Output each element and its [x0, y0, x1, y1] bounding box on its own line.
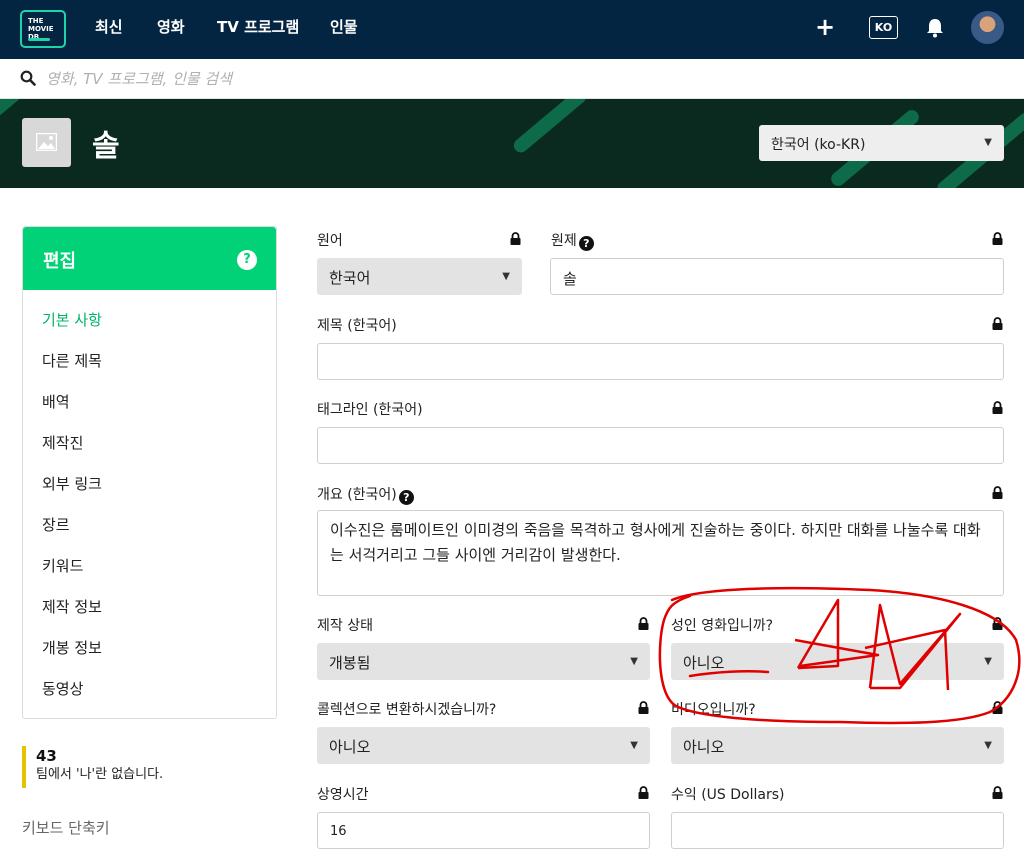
lock-icon[interactable]: [638, 701, 649, 714]
lock-icon[interactable]: [638, 617, 649, 630]
add-icon[interactable]: +: [815, 12, 835, 42]
avatar[interactable]: [971, 11, 1004, 44]
video-label: 비디오입니까?: [671, 702, 756, 718]
nav-link-movies[interactable]: 영화: [157, 16, 185, 37]
lock-icon[interactable]: [992, 486, 1003, 499]
lock-icon[interactable]: [510, 232, 521, 245]
revenue-label: 수익 (US Dollars): [671, 787, 785, 803]
chevron-down-icon: ▼: [630, 740, 638, 751]
search-icon: [20, 70, 36, 86]
title-ko-label: 제목 (한국어): [317, 318, 397, 334]
team-text: 팀에서 '나'란 없습니다.: [36, 767, 164, 782]
sidebar-item-production-info[interactable]: 제작 정보: [42, 596, 102, 617]
original-language-label: 원어: [317, 233, 343, 249]
original-title-label-text: 원제: [551, 233, 577, 249]
nav-link-people[interactable]: 인물: [330, 16, 358, 37]
lock-icon[interactable]: [992, 786, 1003, 799]
top-navigation: THE MOVIE DB 최신 영화 TV 프로그램 인물 + KO: [0, 0, 1024, 59]
tmdb-logo[interactable]: THE MOVIE DB: [20, 10, 66, 48]
poster-placeholder: [22, 118, 71, 167]
lock-icon[interactable]: [992, 317, 1003, 330]
sidebar-item-crew[interactable]: 제작진: [42, 432, 83, 453]
title-ko-input[interactable]: [317, 343, 1004, 380]
bell-icon[interactable]: [926, 18, 944, 38]
sidebar-title: 편집: [43, 251, 77, 272]
chevron-down-icon: ▼: [502, 271, 510, 282]
overview-ko-label-text: 개요 (한국어): [317, 487, 397, 503]
overview-ko-label: 개요 (한국어)?: [317, 484, 414, 505]
video-value: 아니오: [683, 738, 725, 756]
sidebar-item-videos[interactable]: 동영상: [42, 678, 83, 699]
status-select[interactable]: 개봉됨 ▼: [317, 643, 650, 680]
nav-link-latest[interactable]: 최신: [95, 16, 123, 37]
logo-bar: [28, 38, 50, 41]
sidebar-item-external-links[interactable]: 외부 링크: [42, 473, 102, 494]
lock-icon[interactable]: [992, 701, 1003, 714]
language-select[interactable]: 한국어 (ko-KR) ▼: [759, 125, 1004, 161]
nav-link-tv[interactable]: TV 프로그램: [217, 16, 299, 37]
sidebar-item-basic[interactable]: 기본 사항: [42, 309, 102, 330]
decor-stripe: [511, 99, 589, 156]
sidebar-item-genres[interactable]: 장르: [42, 514, 70, 535]
chevron-down-icon: ▼: [984, 740, 992, 751]
tagline-ko-input[interactable]: [317, 427, 1004, 464]
chevron-down-icon: ▼: [630, 656, 638, 667]
video-select[interactable]: 아니오 ▼: [671, 727, 1004, 764]
chevron-down-icon: ▼: [984, 137, 992, 148]
chevron-down-icon: ▼: [984, 656, 992, 667]
team-notice: 43 팀에서 '나'란 없습니다.: [22, 746, 277, 788]
original-title-label: 원제?: [551, 230, 594, 251]
collection-value: 아니오: [329, 738, 371, 756]
language-select-value: 한국어 (ko-KR): [771, 137, 866, 153]
sidebar-item-release-info[interactable]: 개봉 정보: [42, 637, 102, 658]
sidebar-item-keywords[interactable]: 키워드: [42, 555, 83, 576]
help-icon[interactable]: ?: [237, 250, 257, 270]
status-label: 제작 상태: [317, 618, 373, 634]
help-icon[interactable]: ?: [398, 490, 414, 505]
runtime-label: 상영시간: [317, 787, 369, 803]
runtime-input[interactable]: 16: [317, 812, 650, 849]
adult-value: 아니오: [683, 654, 725, 672]
revenue-input[interactable]: [671, 812, 1004, 849]
search-bar: [0, 59, 1024, 99]
sidebar-header: 편집 ?: [23, 227, 276, 290]
team-count: 43: [36, 747, 57, 765]
language-button[interactable]: KO: [869, 16, 898, 39]
lock-icon[interactable]: [992, 617, 1003, 630]
page-title: 솔: [92, 129, 120, 164]
lock-icon[interactable]: [638, 786, 649, 799]
edit-sidebar: 편집 ? 기본 사항 다른 제목 배역 제작진 외부 링크 장르 키워드 제작 …: [22, 226, 277, 719]
lock-icon[interactable]: [992, 232, 1003, 245]
help-icon[interactable]: ?: [578, 236, 594, 251]
collection-select[interactable]: 아니오 ▼: [317, 727, 650, 764]
adult-label: 성인 영화입니까?: [671, 618, 774, 634]
tagline-ko-label: 태그라인 (한국어): [317, 402, 423, 418]
sidebar-item-cast[interactable]: 배역: [42, 391, 70, 412]
collection-label: 콜렉션으로 변환하시겠습니까?: [317, 702, 497, 718]
keyboard-shortcuts-link[interactable]: 키보드 단축키: [22, 817, 110, 838]
search-input[interactable]: [46, 67, 946, 91]
overview-ko-textarea[interactable]: 이수진은 룸메이트인 이미경의 죽음을 목격하고 형사에게 진술하는 중이다. …: [317, 510, 1004, 596]
image-icon: [36, 133, 57, 151]
sidebar-item-alternative-titles[interactable]: 다른 제목: [42, 350, 102, 371]
original-language-value: 한국어: [329, 269, 371, 287]
original-language-select[interactable]: 한국어 ▼: [317, 258, 522, 295]
original-title-input[interactable]: 솔: [550, 258, 1004, 295]
adult-select[interactable]: 아니오 ▼: [671, 643, 1004, 680]
lock-icon[interactable]: [992, 401, 1003, 414]
status-value: 개봉됨: [329, 654, 371, 672]
